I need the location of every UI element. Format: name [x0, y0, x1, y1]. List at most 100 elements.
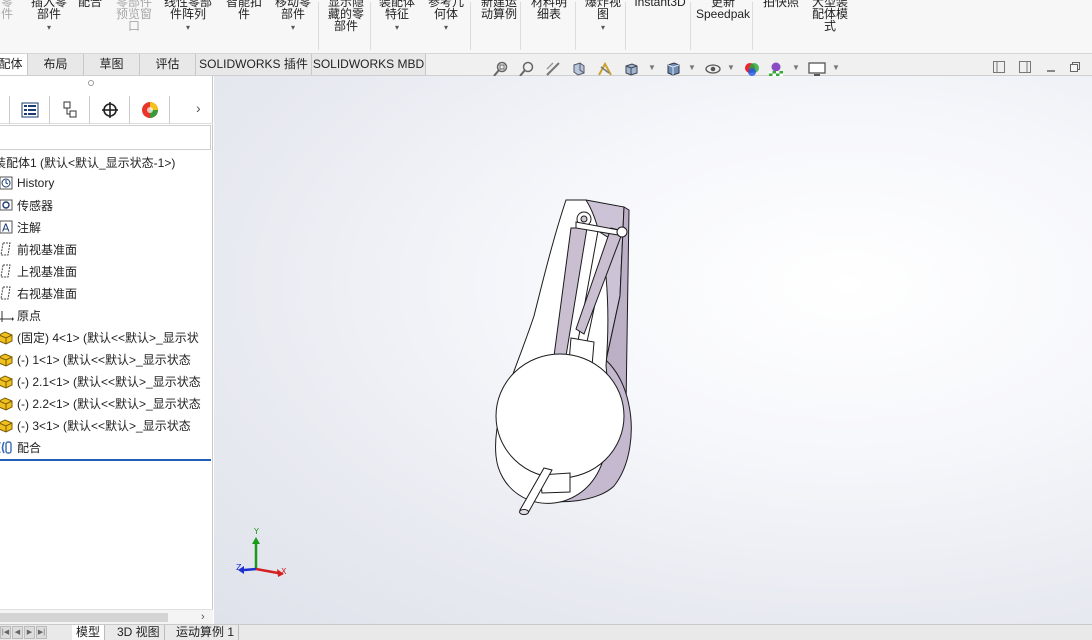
ribbon-button-label: 拍快照 [762, 0, 799, 9]
tree-item[interactable]: (固定) 4<1> (默认<<默认>_显示状 [0, 327, 213, 347]
tree-item[interactable]: (-) 1<1> (默认<<默认>_显示状态 [0, 349, 213, 369]
assembly-model[interactable] [214, 76, 1092, 626]
rollback-bar[interactable] [0, 459, 211, 461]
tab-3[interactable]: 评估 [140, 54, 196, 75]
tab-model[interactable]: 模型 [72, 625, 106, 640]
chevron-down-icon[interactable]: ▼ [648, 63, 656, 72]
tree-item[interactable]: 配合 [0, 437, 213, 457]
property-manager-tab[interactable] [10, 96, 50, 124]
tree-item[interactable]: (-) 3<1> (默认<<默认>_显示状态 [0, 415, 213, 435]
ribbon-button-10[interactable]: 新建运 动算例 [477, 0, 521, 20]
ribbon-button-13[interactable]: Instant3D [633, 0, 687, 8]
display-manager-tab[interactable] [130, 96, 170, 124]
tab-2[interactable]: 草图 [84, 54, 140, 75]
tab-5[interactable]: SOLIDWORKS MBD [312, 54, 426, 75]
z-axis-label: Z [236, 563, 242, 572]
chevron-right-icon[interactable]: › [196, 100, 201, 116]
tree-item[interactable]: 右视基准面 [0, 283, 213, 303]
chevron-down-icon[interactable]: ▾ [272, 22, 314, 34]
ribbon-separator [752, 2, 753, 50]
feature-manager-tab[interactable] [0, 96, 10, 124]
chevron-down-icon[interactable]: ▾ [582, 22, 624, 34]
plane-icon [0, 285, 16, 301]
tab-4[interactable]: SOLIDWORKS 插件 [196, 54, 312, 75]
minimize-icon[interactable] [1044, 61, 1058, 75]
maximize-icon[interactable] [1068, 61, 1082, 75]
ribbon-button-11[interactable]: 材料明 细表 [529, 0, 569, 20]
origin-icon [0, 307, 16, 323]
panel-grip-icon[interactable] [88, 80, 94, 86]
ribbon-button-3[interactable]: 零部件 预览窗 口 [113, 0, 155, 32]
history-icon [0, 175, 16, 191]
ribbon-button-8[interactable]: 装配体 特征 ▾ [375, 0, 419, 34]
tab-motion-study[interactable]: 运动算例 1 [172, 625, 240, 640]
ribbon-button-7[interactable]: 显示隐 藏的零 部件 [324, 0, 368, 32]
crosshair-icon [101, 102, 118, 118]
ribbon-button-12[interactable]: 爆炸视 图 ▾ [582, 0, 624, 34]
scrollbar-thumb[interactable] [0, 613, 168, 622]
ribbon-button-label: 显示隐 藏的零 部件 [327, 0, 364, 33]
chevron-down-icon[interactable]: ▼ [792, 63, 800, 72]
ribbon-button-label: 移动零 部件 [274, 0, 311, 21]
restore-left-icon[interactable] [992, 61, 1006, 75]
ribbon-button-2[interactable]: 配合 [75, 0, 105, 8]
ribbon-button-14[interactable]: 更新 Speedpak [696, 0, 750, 20]
dimxpert-manager-tab[interactable] [90, 96, 130, 124]
ribbon-separator [690, 2, 691, 50]
ribbon-button-label: 零 件 [0, 0, 13, 21]
tree-item-label: 配合 [17, 440, 42, 455]
chevron-down-icon[interactable]: ▾ [375, 22, 419, 34]
ribbon-button-5[interactable]: 智能扣 件 [222, 0, 266, 20]
graphics-area[interactable]: Y X Z [214, 76, 1092, 626]
tab-3d-view[interactable]: 3D 视图 [113, 625, 165, 640]
tree-item[interactable]: A 注解 [0, 217, 213, 237]
tree-item-label: 原点 [17, 308, 42, 323]
prev-tab-icon[interactable]: ◀ [12, 626, 23, 639]
tree-item-label: (-) 3<1> (默认<<默认>_显示状态 [17, 418, 191, 433]
plane-icon [0, 263, 16, 279]
tree-root-assembly[interactable]: 装配体1 (默认<默认_显示状态-1>) [0, 154, 175, 171]
tree-filter-input[interactable] [0, 125, 211, 150]
panel-tabs: › [0, 96, 213, 124]
tree-item[interactable]: 上视基准面 [0, 261, 213, 281]
chevron-down-icon[interactable]: ▾ [27, 22, 71, 34]
ribbon-button-0[interactable]: 零 件 [0, 0, 22, 20]
ribbon-button-6[interactable]: 移动零 部件 ▾ [272, 0, 314, 34]
ribbon-button-label: 材料明 细表 [530, 0, 567, 21]
tree-item-label: 注解 [17, 220, 42, 235]
configuration-manager-tab[interactable] [50, 96, 90, 124]
ribbon-button-4[interactable]: 线性零部 件阵列 ▾ [160, 0, 216, 34]
x-axis-line [255, 567, 279, 575]
ribbon-separator [625, 2, 626, 50]
ribbon-button-16[interactable]: 大型装 配体模 式 [808, 0, 852, 32]
chevron-down-icon[interactable]: ▼ [727, 63, 735, 72]
tree-item[interactable]: History [0, 173, 213, 193]
tab-1[interactable]: 布局 [28, 54, 84, 75]
tree-item[interactable]: (-) 2.1<1> (默认<<默认>_显示状态 [0, 371, 213, 391]
annotation-icon: A [0, 219, 16, 235]
ribbon-button-15[interactable]: 拍快照 [760, 0, 802, 8]
last-tab-icon[interactable]: ▶| [36, 626, 47, 639]
sensor-icon [0, 197, 16, 213]
scroll-right-icon[interactable]: › [201, 611, 205, 623]
ribbon-button-label: 智能扣 件 [225, 0, 262, 21]
restore-right-icon[interactable] [1018, 61, 1032, 75]
part-icon [0, 329, 16, 345]
tree-item-label: 上视基准面 [17, 264, 78, 279]
chevron-down-icon[interactable]: ▾ [425, 22, 467, 34]
tree-item-label: 右视基准面 [17, 286, 78, 301]
chevron-down-icon[interactable]: ▾ [160, 22, 216, 34]
tree-item[interactable]: 传感器 [0, 195, 213, 215]
tree-item[interactable]: 前视基准面 [0, 239, 213, 259]
chevron-down-icon[interactable]: ▼ [688, 63, 696, 72]
chevron-down-icon[interactable]: ▼ [832, 63, 840, 72]
tree-item-label: History [17, 176, 55, 190]
tree-item[interactable]: 原点 [0, 305, 213, 325]
tree-item[interactable]: (-) 2.2<1> (默认<<默认>_显示状态 [0, 393, 213, 413]
ribbon-button-9[interactable]: 参考几 何体 ▾ [425, 0, 467, 34]
tab-0[interactable]: 配体 [0, 54, 28, 75]
next-tab-icon[interactable]: ▶ [24, 626, 35, 639]
ribbon-button-1[interactable]: 插入零 部件 ▾ [27, 0, 71, 34]
first-tab-icon[interactable]: |◀ [0, 626, 11, 639]
property-list-icon [21, 102, 38, 118]
